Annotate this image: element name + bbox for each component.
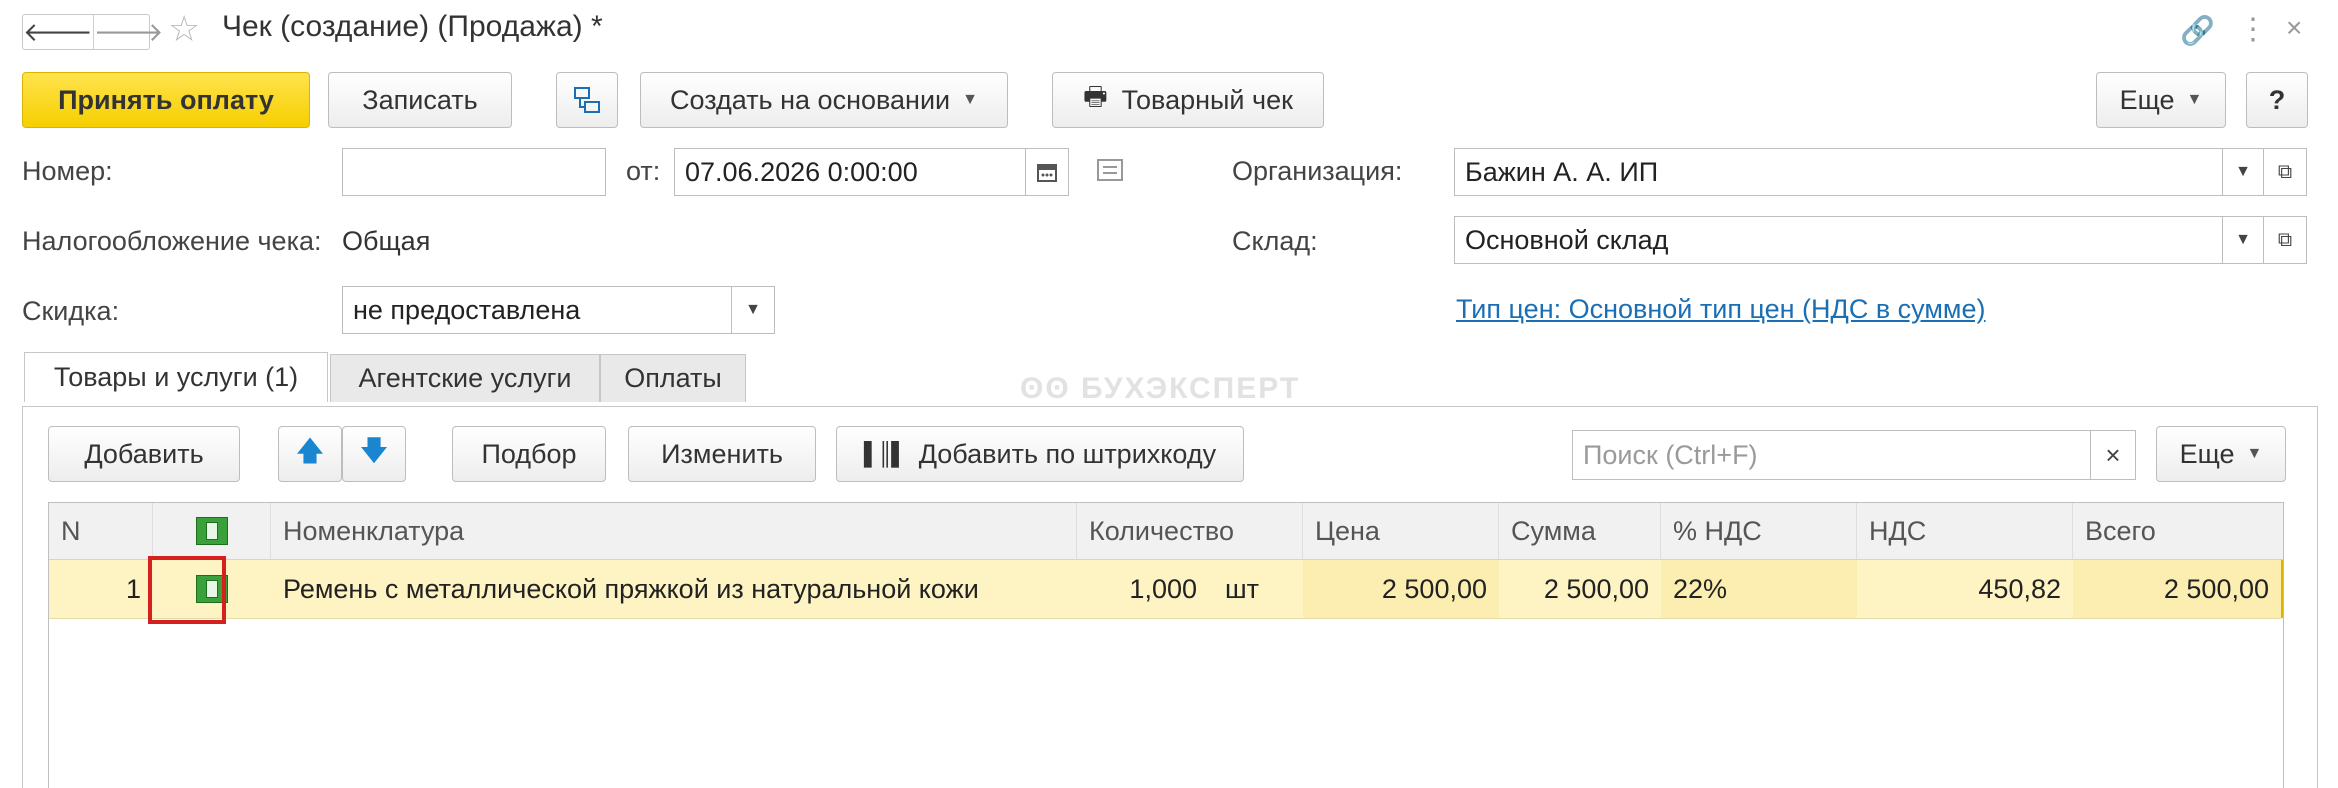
column-header-type[interactable] <box>153 503 271 559</box>
navigation-buttons: 🡐 🡒 <box>22 14 163 50</box>
add-by-barcode-label: Добавить по штрихкоду <box>918 438 1217 469</box>
chevron-down-icon[interactable]: ▼ <box>2222 216 2264 264</box>
tab-agent-services[interactable]: Агентские услуги <box>330 354 600 402</box>
number-input[interactable] <box>342 148 606 196</box>
comment-icon[interactable] <box>1096 158 1124 182</box>
add-by-barcode-button[interactable]: ▌║▌ Добавить по штрихкоду <box>836 426 1244 482</box>
add-button[interactable]: Добавить <box>48 426 240 482</box>
more-actions-icon[interactable]: ⋮ <box>2238 12 2268 47</box>
open-icon[interactable]: ⧉ <box>2263 148 2307 196</box>
column-header-total[interactable]: Всего <box>2073 503 2283 559</box>
chevron-down-icon[interactable]: ▼ <box>731 286 775 334</box>
arrow-up-icon: 🡅 <box>295 435 325 466</box>
discount-label: Скидка: <box>22 296 120 326</box>
favorite-star-icon[interactable]: ☆ <box>168 8 200 50</box>
table-more-button[interactable]: Еще ▼ <box>2156 426 2286 482</box>
document-window: 🡐 🡒 ☆ Чек (создание) (Продажа) * 🔗 ⋮ × П… <box>0 0 2338 788</box>
chevron-down-icon: ▼ <box>2246 445 2263 462</box>
watermark-logo-icon: ʘʘ <box>1020 372 1082 405</box>
edit-button[interactable]: Изменить <box>628 426 816 482</box>
watermark: ʘʘ БУХЭКСПЕРТ <box>1020 372 1300 406</box>
highlight-box <box>148 556 226 624</box>
table-more-label: Еще <box>2179 438 2235 469</box>
cell-unit: шт <box>1225 573 1260 604</box>
cell-quantity: 1,000 <box>1129 573 1197 604</box>
accept-payment-button[interactable]: Принять оплату <box>22 72 310 128</box>
organization-field[interactable]: Бажин А. А. ИП <box>1454 148 2224 196</box>
goods-table: N Номенклатура Количество Цена Сумма % Н… <box>48 502 2284 788</box>
column-header-vat[interactable]: НДС <box>1857 503 2073 559</box>
column-header-price[interactable]: Цена <box>1303 503 1499 559</box>
printer-icon: 🖶 <box>1083 81 1108 111</box>
window-title: Чек (создание) (Продажа) * <box>222 10 603 43</box>
cell-total: 2 500,00 <box>2073 560 2281 618</box>
calendar-icon[interactable] <box>1025 148 1069 196</box>
taxation-label: Налогообложение чека: <box>22 226 322 256</box>
taxation-value: Общая <box>342 226 431 256</box>
forward-arrow-icon[interactable]: 🡒 <box>92 15 163 49</box>
link-icon[interactable]: 🔗 <box>2180 14 2215 47</box>
save-button[interactable]: Записать <box>328 72 512 128</box>
close-icon[interactable]: × <box>2286 12 2302 44</box>
discount-field[interactable]: не предоставлена <box>342 286 732 334</box>
goods-receipt-label: Товарный чек <box>1121 84 1293 115</box>
number-label: Номер: <box>22 156 113 186</box>
organization-label: Организация: <box>1232 156 1403 186</box>
help-button[interactable]: ? <box>2246 72 2308 128</box>
row-scroll-marker <box>2281 560 2283 618</box>
cell-vat: 450,82 <box>1978 573 2061 604</box>
goods-receipt-button[interactable]: 🖶 Товарный чек <box>1052 72 1324 128</box>
column-header-nomenclature[interactable]: Номенклатура <box>271 503 1077 559</box>
cell-price: 2 500,00 <box>1303 560 1499 618</box>
warehouse-label: Склад: <box>1232 226 1318 256</box>
pick-button[interactable]: Подбор <box>452 426 606 482</box>
column-header-sum[interactable]: Сумма <box>1499 503 1661 559</box>
back-arrow-icon[interactable]: 🡐 <box>23 15 93 49</box>
tab-goods-and-services[interactable]: Товары и услуги (1) <box>24 352 328 402</box>
price-type-link[interactable]: Тип цен: Основной тип цен (НДС в сумме) <box>1456 294 1986 325</box>
barcode-icon: ▌║▌ <box>863 441 907 466</box>
column-header-vat-rate[interactable]: % НДС <box>1661 503 1857 559</box>
arrow-down-icon: 🡇 <box>359 435 389 466</box>
cell-n: 1 <box>125 573 141 604</box>
document-structure-icon <box>574 87 600 113</box>
cell-nomenclature: Ремень с металлической пряжкой из натура… <box>283 573 979 604</box>
structure-button[interactable] <box>556 72 618 128</box>
item-type-icon <box>195 517 228 545</box>
more-label: Еще <box>2119 84 2175 115</box>
chevron-down-icon: ▼ <box>962 91 978 108</box>
search-input[interactable]: Поиск (Ctrl+F) <box>1572 430 2092 480</box>
date-label: от: <box>626 156 661 186</box>
column-header-n[interactable]: N <box>49 503 153 559</box>
watermark-text: БУХЭКСПЕРТ <box>1081 372 1301 405</box>
cell-sum: 2 500,00 <box>1543 573 1649 604</box>
more-button[interactable]: Еще ▼ <box>2096 72 2226 128</box>
column-header-quantity[interactable]: Количество <box>1077 503 1303 559</box>
table-header: N Номенклатура Количество Цена Сумма % Н… <box>49 503 2283 560</box>
open-icon[interactable]: ⧉ <box>2263 216 2307 264</box>
clear-search-icon[interactable]: × <box>2090 430 2136 480</box>
date-input[interactable]: 07.06.2026 0:00:00 <box>674 148 1026 196</box>
move-up-button[interactable]: 🡅 <box>278 426 342 482</box>
create-based-on-button[interactable]: Создать на основании ▼ <box>640 72 1008 128</box>
tab-payments[interactable]: Оплаты <box>600 354 746 402</box>
chevron-down-icon: ▼ <box>2186 91 2203 108</box>
create-based-on-label: Создать на основании <box>670 84 951 115</box>
table-row[interactable]: 1 Ремень с металлической пряжкой из нату… <box>49 560 2281 619</box>
cell-vat-rate: 22% <box>1661 560 1857 618</box>
chevron-down-icon[interactable]: ▼ <box>2222 148 2264 196</box>
move-down-button[interactable]: 🡇 <box>342 426 406 482</box>
warehouse-field[interactable]: Основной склад <box>1454 216 2224 264</box>
